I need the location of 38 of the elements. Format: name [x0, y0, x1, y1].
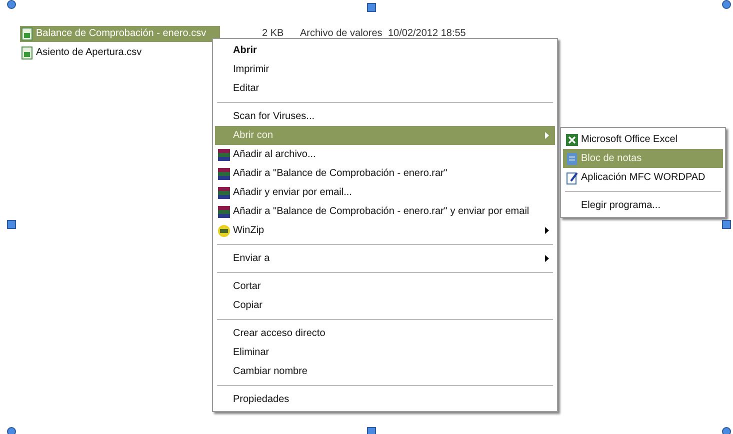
resize-handle[interactable] — [722, 0, 731, 9]
menu-item[interactable]: Editar — [215, 79, 555, 98]
resize-handle[interactable] — [7, 427, 16, 434]
spreadsheet-icon — [565, 132, 579, 146]
resize-handle[interactable] — [7, 0, 16, 9]
file-icon — [20, 46, 34, 60]
menu-item[interactable]: Añadir al archivo... — [215, 145, 555, 164]
menu-item[interactable]: Copiar — [215, 296, 555, 315]
menu-item[interactable]: Añadir a "Balance de Comprobación - enero.rar" y enviar por email — [215, 202, 555, 221]
menu-item[interactable]: Enviar a — [215, 249, 555, 268]
menu-item[interactable]: Añadir y enviar por email... — [215, 183, 555, 202]
menu-item[interactable]: Aplicación MFC WORDPAD — [563, 168, 723, 187]
file-icon — [20, 26, 34, 40]
notepad-icon — [565, 152, 579, 166]
books-icon — [217, 186, 231, 200]
books-icon — [217, 166, 231, 180]
menu-item[interactable]: Crear acceso directo — [215, 324, 555, 343]
books-icon — [217, 148, 231, 162]
menu-item[interactable]: Añadir a "Balance de Comprobación - enero.rar" — [215, 164, 555, 183]
resize-handle[interactable] — [722, 220, 731, 229]
menu-item[interactable]: Scan for Viruses... — [215, 107, 555, 126]
document-pen-icon — [565, 170, 579, 184]
menu-item[interactable]: Eliminar — [215, 343, 555, 362]
menu-item[interactable]: Cambiar nombre — [215, 362, 555, 381]
resize-handle[interactable] — [367, 427, 376, 434]
resize-handle[interactable] — [722, 427, 731, 434]
menu-item[interactable]: Microsoft Office Excel — [563, 130, 723, 149]
resize-handle[interactable] — [7, 220, 16, 229]
menu-item[interactable]: Imprimir — [215, 60, 555, 79]
file-type: Archivo de valores — [300, 28, 384, 39]
file-date: 10/02/2012 18:55 — [388, 28, 466, 39]
books-icon — [217, 204, 231, 218]
menu-item[interactable]: Propiedades — [215, 390, 555, 409]
file-size: 2 KB — [262, 28, 285, 39]
menu-item[interactable]: Cortar — [215, 277, 555, 296]
menu-item[interactable]: WinZip — [215, 221, 555, 240]
resize-handle[interactable] — [367, 3, 376, 12]
menu-item[interactable]: Elegir programa... — [563, 196, 723, 215]
